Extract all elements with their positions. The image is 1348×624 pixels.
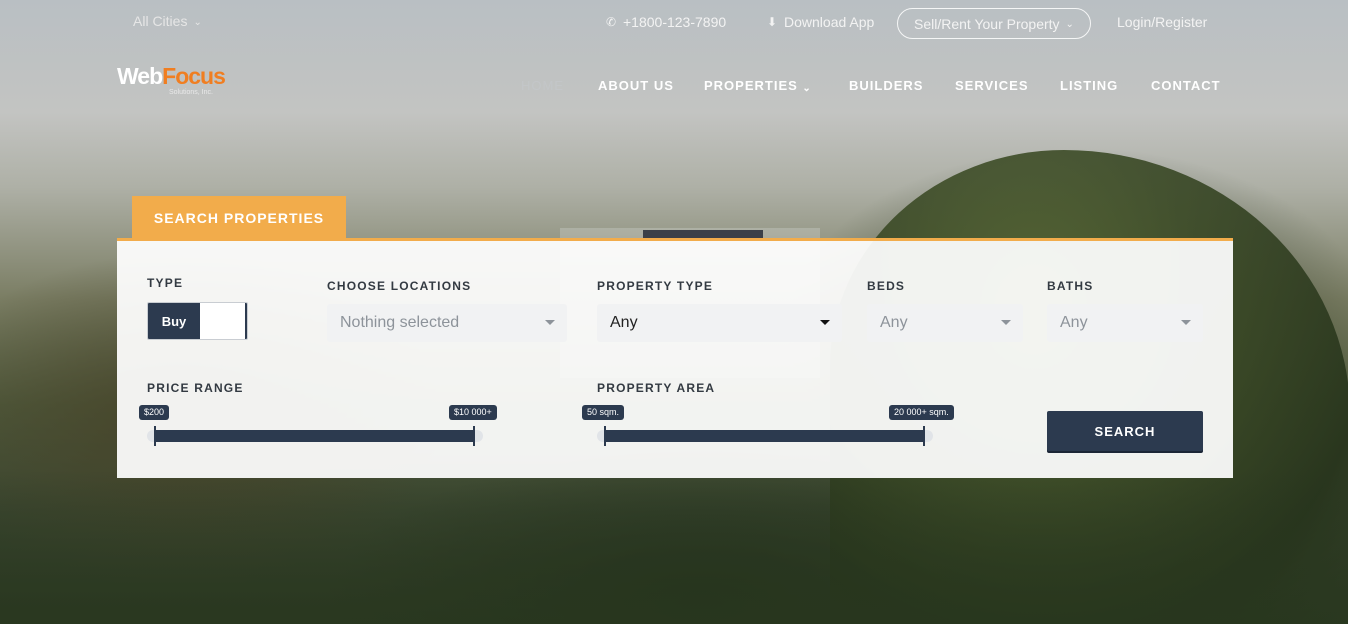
price-max-handle[interactable]: [473, 426, 475, 446]
download-app-link[interactable]: ⬇ Download App: [766, 14, 874, 30]
caret-down-icon: [545, 320, 555, 325]
type-label: TYPE: [147, 276, 184, 290]
caret-down-icon: [820, 320, 830, 325]
logo-tagline: Solutions, Inc.: [169, 89, 213, 96]
nav-home[interactable]: HOME: [521, 78, 564, 93]
beds-label: BEDS: [867, 279, 906, 293]
property-type-select[interactable]: Any: [597, 304, 842, 342]
toggle-buy-option[interactable]: Buy: [148, 303, 200, 339]
all-cities-label: All Cities: [133, 13, 188, 29]
nav-properties[interactable]: PROPERTIES ⌄: [704, 78, 812, 94]
nav-services[interactable]: SERVICES: [955, 78, 1029, 93]
property-area-slider[interactable]: [597, 426, 933, 446]
phone-icon: ✆: [605, 15, 617, 29]
search-properties-tab[interactable]: SEARCH PROPERTIES: [132, 196, 346, 239]
nav-builders[interactable]: BUILDERS: [849, 78, 923, 93]
baths-select[interactable]: Any: [1047, 304, 1203, 342]
beds-select[interactable]: Any: [867, 304, 1023, 342]
nav-properties-label: PROPERTIES: [704, 78, 798, 93]
toggle-edge: [245, 303, 247, 339]
nav-about-us[interactable]: ABOUT US: [598, 78, 674, 93]
download-icon: ⬇: [766, 15, 778, 29]
area-min-bubble: 50 sqm.: [582, 405, 625, 420]
area-range-fill: [604, 430, 924, 442]
chevron-down-icon: ⌄: [802, 83, 812, 94]
login-register-link[interactable]: Login/Register: [1117, 14, 1207, 30]
area-min-handle[interactable]: [604, 426, 606, 446]
search-panel: TYPE Buy CHOOSE LOCATIONS Nothing select…: [117, 238, 1233, 478]
top-bar: All Cities ⌄ ✆ +1800-123-7890 ⬇ Download…: [0, 0, 1348, 44]
property-type-value: Any: [610, 314, 638, 331]
download-app-label: Download App: [784, 14, 875, 30]
beds-value: Any: [880, 314, 908, 331]
site-logo[interactable]: WebFocus Solutions, Inc.: [117, 64, 227, 104]
sell-rent-label: Sell/Rent Your Property: [914, 15, 1060, 32]
phone-number: +1800-123-7890: [623, 14, 727, 30]
logo-word-web: Web: [117, 63, 163, 89]
choose-locations-label: CHOOSE LOCATIONS: [327, 279, 472, 293]
area-max-bubble: 20 000+ sqm.: [889, 405, 954, 420]
price-min-handle[interactable]: [154, 426, 156, 446]
price-range-slider[interactable]: [147, 426, 483, 446]
price-range-fill: [154, 430, 474, 442]
all-cities-dropdown[interactable]: All Cities ⌄: [133, 13, 202, 29]
property-type-label: PROPERTY TYPE: [597, 279, 714, 293]
chevron-down-icon: ⌄: [193, 16, 202, 28]
locations-select-value: Nothing selected: [340, 314, 460, 331]
price-min-bubble: $200: [139, 405, 170, 420]
chevron-down-icon: ⌄: [1065, 19, 1074, 30]
price-range-label: PRICE RANGE: [147, 381, 244, 395]
property-area-label: PROPERTY AREA: [597, 381, 716, 395]
search-button[interactable]: SEARCH: [1047, 411, 1203, 451]
area-max-handle[interactable]: [923, 426, 925, 446]
logo-word-focus: Focus: [162, 63, 226, 89]
logo-wordmark: WebFocus: [117, 64, 227, 88]
buy-rent-toggle[interactable]: Buy: [147, 302, 248, 340]
hero-grass-shape: [0, 470, 1348, 624]
nav-contact[interactable]: CONTACT: [1151, 78, 1221, 93]
locations-select[interactable]: Nothing selected: [327, 304, 567, 342]
phone-link[interactable]: ✆ +1800-123-7890: [605, 14, 726, 30]
nav-listing[interactable]: LISTING: [1060, 78, 1118, 93]
baths-label: BATHS: [1047, 279, 1094, 293]
login-register-label: Login/Register: [1117, 14, 1208, 30]
price-max-bubble: $10 000+: [449, 405, 497, 420]
baths-value: Any: [1060, 314, 1088, 331]
caret-down-icon: [1001, 320, 1011, 325]
caret-down-icon: [1181, 320, 1191, 325]
sell-rent-button[interactable]: Sell/Rent Your Property ⌄: [897, 8, 1091, 39]
